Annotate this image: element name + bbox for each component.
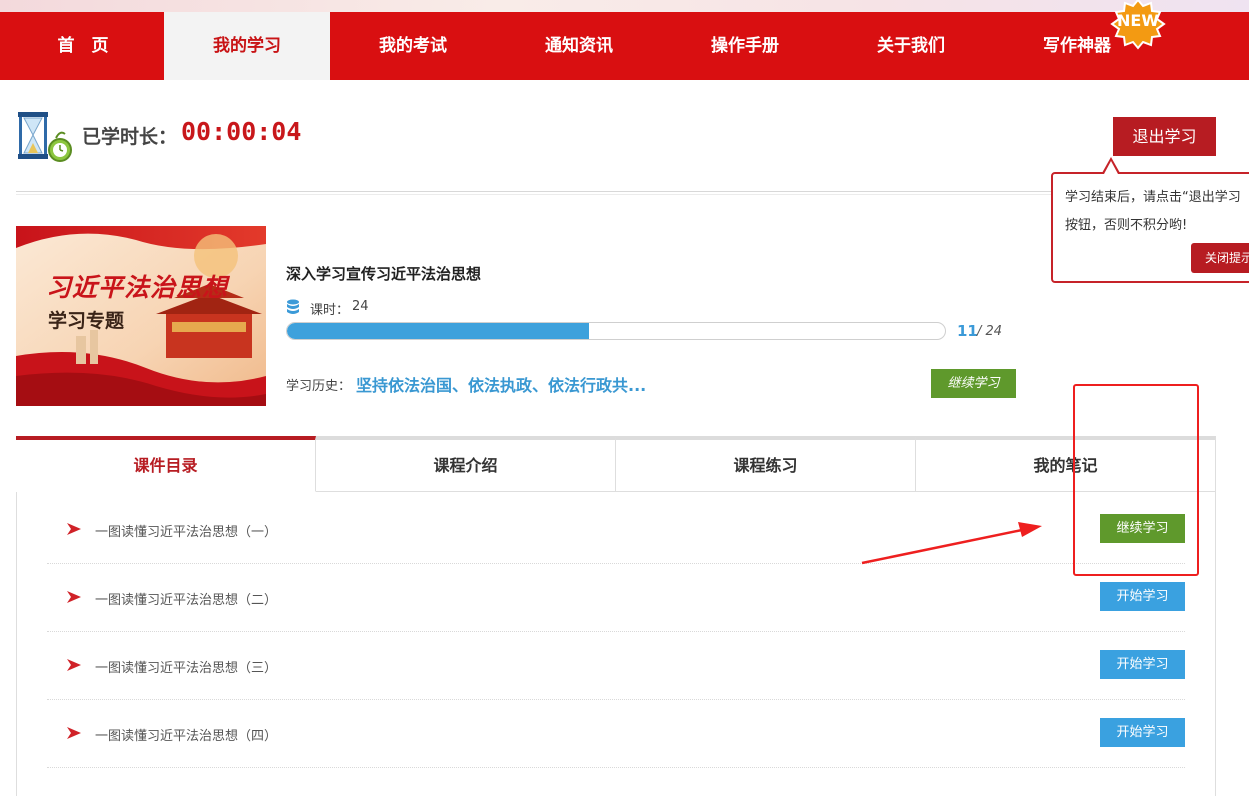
exit-study-button[interactable]: 退出学习 [1113, 117, 1216, 156]
nav-item-about[interactable]: 关于我们 [828, 12, 994, 80]
progress-fill [287, 323, 589, 339]
lesson-row: 一图读懂习近平法治思想（四） 开始学习 [47, 700, 1185, 768]
class-hours-value: 24 [352, 299, 369, 314]
cover-subtitle: 学习专题 [48, 310, 125, 332]
lesson-title: 一图读懂习近平法治思想（二） [95, 593, 278, 608]
close-tip-button[interactable]: 关闭提示 [1191, 243, 1249, 273]
nav-item-my-study[interactable]: 我的学习 [164, 12, 330, 80]
continue-study-button[interactable]: 继续学习 [931, 369, 1016, 398]
tab-course-intro[interactable]: 课程介绍 [316, 436, 616, 492]
study-duration-label: 已学时长： [82, 126, 178, 148]
progress-total-count: / 24 [977, 324, 1003, 339]
arrow-bullet-icon [67, 591, 81, 603]
annotation-highlight-box [1073, 384, 1199, 576]
hourglass-timer-icon [16, 110, 72, 164]
nav-item-manual[interactable]: 操作手册 [662, 12, 828, 80]
course-title: 深入学习宣传习近平法治思想 [286, 265, 482, 283]
study-history-label: 学习历史： [286, 379, 352, 394]
tooltip-line-2: 按钮，否则不积分哟! [1065, 218, 1188, 233]
lesson-row: 一图读懂习近平法治思想（三） 开始学习 [47, 632, 1185, 700]
lesson-start-button[interactable]: 开始学习 [1100, 718, 1185, 747]
study-duration-value: 00:00:04 [181, 117, 302, 146]
database-icon [286, 299, 300, 315]
arrow-bullet-icon [67, 659, 81, 671]
lesson-title: 一图读懂习近平法治思想（四） [95, 729, 278, 744]
lesson-row: 一图读懂习近平法治思想（二） 开始学习 [47, 564, 1185, 632]
top-banner-strip [0, 0, 1249, 12]
lesson-start-button[interactable]: 开始学习 [1100, 650, 1185, 679]
arrow-bullet-icon [67, 727, 81, 739]
lesson-title: 一图读懂习近平法治思想（三） [95, 661, 278, 676]
tooltip-line-1: 学习结束后，请点击“退出学习 [1065, 190, 1241, 205]
lesson-start-button[interactable]: 开始学习 [1100, 582, 1185, 611]
nav-item-news[interactable]: 通知资讯 [496, 12, 662, 80]
tab-course-exercise[interactable]: 课程练习 [616, 436, 916, 492]
new-badge-label: NEW [1117, 11, 1159, 30]
main-nav: 首 页 我的学习 我的考试 通知资讯 操作手册 关于我们 写作神器 [0, 12, 1249, 80]
nav-item-home[interactable]: 首 页 [0, 12, 166, 80]
lesson-row: 一图读懂习近平法治思想（一） 继续学习 [47, 496, 1185, 564]
course-cover-image[interactable]: 习近平法治思想 学习专题 [16, 226, 266, 406]
class-hours-label: 课时： [310, 303, 350, 318]
study-history-link[interactable]: 坚持依法治国、依法执政、依法行政共... [356, 372, 646, 396]
lesson-title: 一图读懂习近平法治思想（一） [95, 525, 278, 540]
progress-completed-count: 11 [957, 322, 978, 340]
tab-courseware-catalog[interactable]: 课件目录 [16, 436, 316, 492]
course-progress-bar [286, 322, 946, 340]
new-starburst-icon: NEW [1108, 0, 1168, 50]
arrow-bullet-icon [67, 523, 81, 535]
tooltip-text: 学习结束后，请点击“退出学习 按钮，否则不积分哟! [1065, 184, 1249, 240]
exit-reminder-tooltip: 学习结束后，请点击“退出学习 按钮，否则不积分哟! 关闭提示 [1051, 172, 1249, 283]
nav-item-my-exam[interactable]: 我的考试 [330, 12, 496, 80]
tooltip-pointer-inner [1104, 161, 1118, 174]
cover-title: 习近平法治思想 [46, 273, 229, 302]
